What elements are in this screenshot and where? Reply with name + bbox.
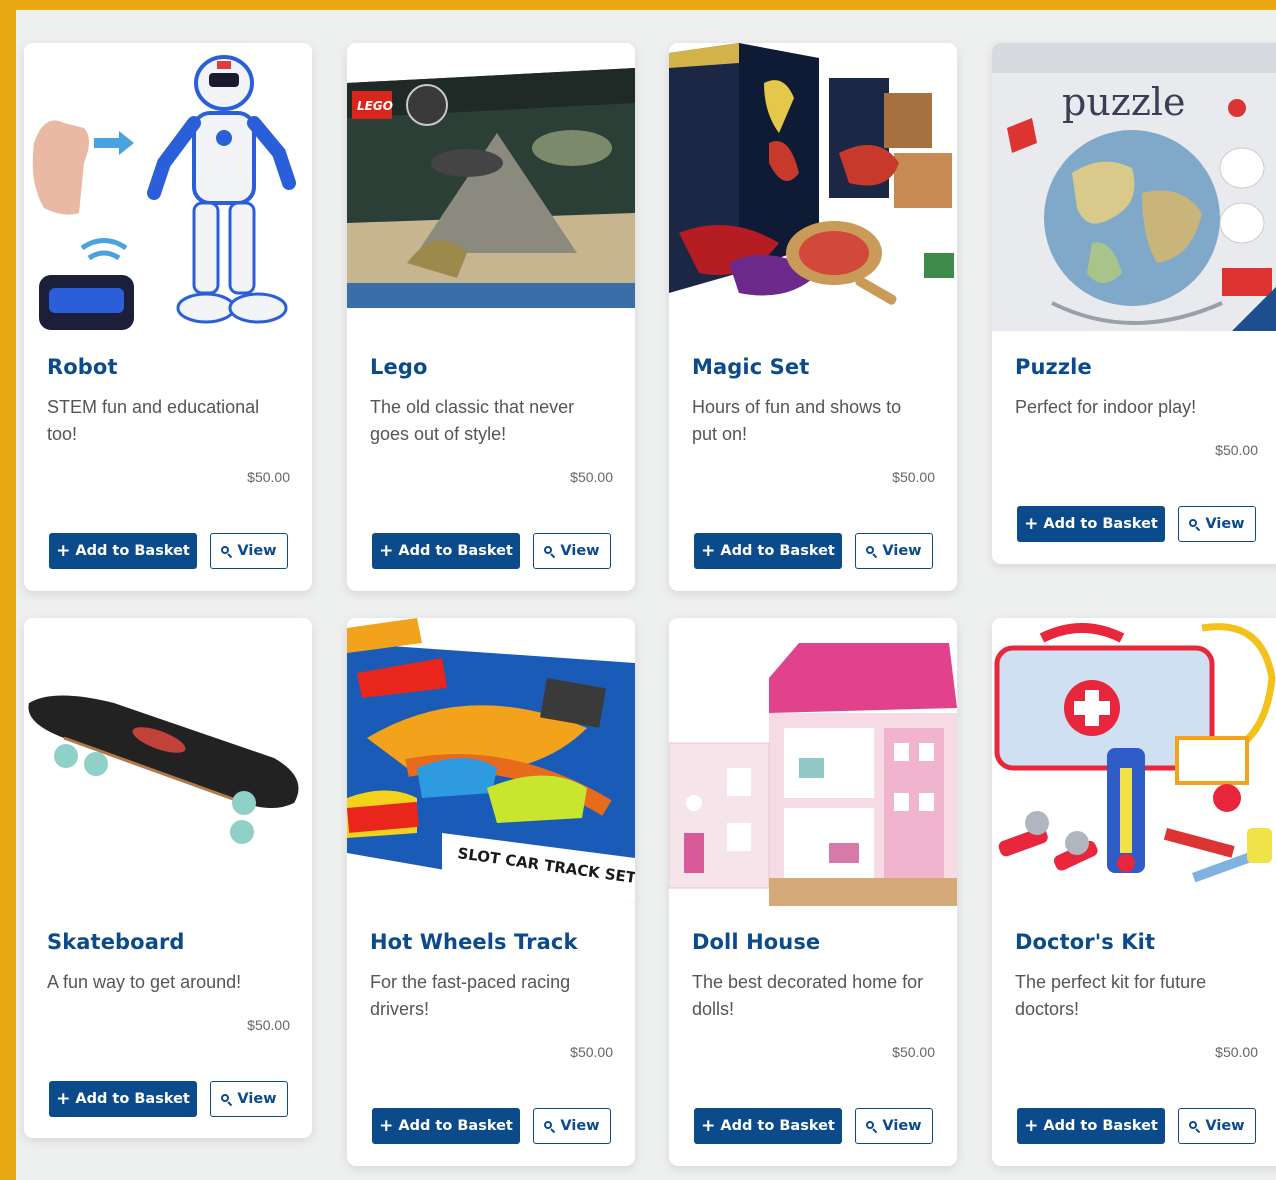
product-price: $50.00 xyxy=(1215,1044,1258,1060)
product-card-lego: LEGO Lego The old classic that never goe… xyxy=(347,43,635,591)
doctors-kit-image[interactable] xyxy=(992,618,1276,906)
product-price: $50.00 xyxy=(892,469,935,485)
search-icon xyxy=(544,1120,555,1132)
search-icon xyxy=(866,545,877,557)
product-card-doctors-kit: Doctor's Kit The perfect kit for future … xyxy=(992,618,1276,1166)
search-icon xyxy=(221,1093,232,1105)
view-button[interactable]: View xyxy=(855,1108,933,1144)
product-price: $50.00 xyxy=(1215,442,1258,458)
search-icon xyxy=(1189,1120,1200,1132)
add-to-basket-label: Add to Basket xyxy=(75,1091,190,1107)
puzzle-image[interactable]: puzzle xyxy=(992,43,1276,331)
view-button[interactable]: View xyxy=(533,533,611,569)
view-label: View xyxy=(1205,516,1245,532)
left-frame-border xyxy=(0,0,16,1180)
add-to-basket-label: Add to Basket xyxy=(720,543,835,559)
plus-icon: + xyxy=(1024,1115,1039,1136)
product-price: $50.00 xyxy=(247,469,290,485)
view-label: View xyxy=(882,1118,922,1134)
view-button[interactable]: View xyxy=(533,1108,611,1144)
magic-set-image[interactable] xyxy=(669,43,957,331)
doll-house-image[interactable] xyxy=(669,618,957,906)
view-button[interactable]: View xyxy=(1178,1108,1256,1144)
add-to-basket-label: Add to Basket xyxy=(720,1118,835,1134)
add-to-basket-label: Add to Basket xyxy=(398,1118,513,1134)
add-to-basket-button[interactable]: + Add to Basket xyxy=(49,1081,197,1117)
add-to-basket-label: Add to Basket xyxy=(1043,1118,1158,1134)
view-button[interactable]: View xyxy=(210,533,288,569)
view-label: View xyxy=(237,543,277,559)
search-icon xyxy=(221,545,232,557)
add-to-basket-label: Add to Basket xyxy=(398,543,513,559)
product-price: $50.00 xyxy=(892,1044,935,1060)
view-button[interactable]: View xyxy=(1178,506,1256,542)
product-description: The perfect kit for future doctors! xyxy=(1015,972,1207,1019)
plus-icon: + xyxy=(701,540,716,561)
puzzle-brand-text: puzzle xyxy=(1062,80,1185,124)
search-icon xyxy=(1189,518,1200,530)
top-frame-border xyxy=(0,0,1276,10)
view-label: View xyxy=(237,1091,277,1107)
product-description: Hours of fun and shows to put on! xyxy=(692,397,902,444)
product-description: For the fast-paced racing drivers! xyxy=(370,972,571,1019)
view-label: View xyxy=(882,543,922,559)
skateboard-image[interactable] xyxy=(24,618,312,906)
add-to-basket-button[interactable]: + Add to Basket xyxy=(694,533,842,569)
add-to-basket-button[interactable]: + Add to Basket xyxy=(372,533,520,569)
view-button[interactable]: View xyxy=(210,1081,288,1117)
product-title[interactable]: Magic Set xyxy=(692,355,937,379)
plus-icon: + xyxy=(1024,513,1039,534)
lego-image[interactable]: LEGO xyxy=(347,43,635,331)
plus-icon: + xyxy=(701,1115,716,1136)
svg-text:LEGO: LEGO xyxy=(357,99,393,113)
search-icon xyxy=(544,545,555,557)
product-card-skateboard: Skateboard A fun way to get around! $50.… xyxy=(24,618,312,1138)
view-button[interactable]: View xyxy=(855,533,933,569)
robot-image[interactable] xyxy=(24,43,312,331)
plus-icon: + xyxy=(379,540,394,561)
add-to-basket-button[interactable]: + Add to Basket xyxy=(372,1108,520,1144)
product-title[interactable]: Skateboard xyxy=(47,930,292,954)
product-description: A fun way to get around! xyxy=(47,972,242,992)
product-description: Perfect for indoor play! xyxy=(1015,397,1197,417)
product-title[interactable]: Puzzle xyxy=(1015,355,1260,379)
product-description: The best decorated home for dolls! xyxy=(692,972,924,1019)
plus-icon: + xyxy=(379,1115,394,1136)
product-card-puzzle: puzzle Puzzle Perfect for indoor play! $… xyxy=(992,43,1276,564)
view-label: View xyxy=(560,1118,600,1134)
search-icon xyxy=(866,1120,877,1132)
product-price: $50.00 xyxy=(570,469,613,485)
product-title[interactable]: Robot xyxy=(47,355,292,379)
add-to-basket-label: Add to Basket xyxy=(1043,516,1158,532)
product-card-robot: Robot STEM fun and educational too! $50.… xyxy=(24,43,312,591)
add-to-basket-button[interactable]: + Add to Basket xyxy=(694,1108,842,1144)
add-to-basket-label: Add to Basket xyxy=(75,543,190,559)
product-grid: Robot STEM fun and educational too! $50.… xyxy=(16,10,1276,1180)
hot-wheels-image[interactable]: SLOT CAR TRACK SET xyxy=(347,618,635,906)
product-card-hot-wheels-track: SLOT CAR TRACK SET Hot Wheels Track For … xyxy=(347,618,635,1166)
view-label: View xyxy=(560,543,600,559)
product-price: $50.00 xyxy=(247,1017,290,1033)
add-to-basket-button[interactable]: + Add to Basket xyxy=(1017,506,1165,542)
product-title[interactable]: Lego xyxy=(370,355,615,379)
product-price: $50.00 xyxy=(570,1044,613,1060)
product-card-magic-set: Magic Set Hours of fun and shows to put … xyxy=(669,43,957,591)
plus-icon: + xyxy=(56,540,71,561)
product-description: STEM fun and educational too! xyxy=(47,397,260,444)
product-title[interactable]: Doll House xyxy=(692,930,937,954)
add-to-basket-button[interactable]: + Add to Basket xyxy=(1017,1108,1165,1144)
product-description: The old classic that never goes out of s… xyxy=(370,397,575,444)
view-label: View xyxy=(1205,1118,1245,1134)
plus-icon: + xyxy=(56,1088,71,1109)
product-title[interactable]: Hot Wheels Track xyxy=(370,930,615,954)
product-card-doll-house: Doll House The best decorated home for d… xyxy=(669,618,957,1166)
product-title[interactable]: Doctor's Kit xyxy=(1015,930,1260,954)
add-to-basket-button[interactable]: + Add to Basket xyxy=(49,533,197,569)
